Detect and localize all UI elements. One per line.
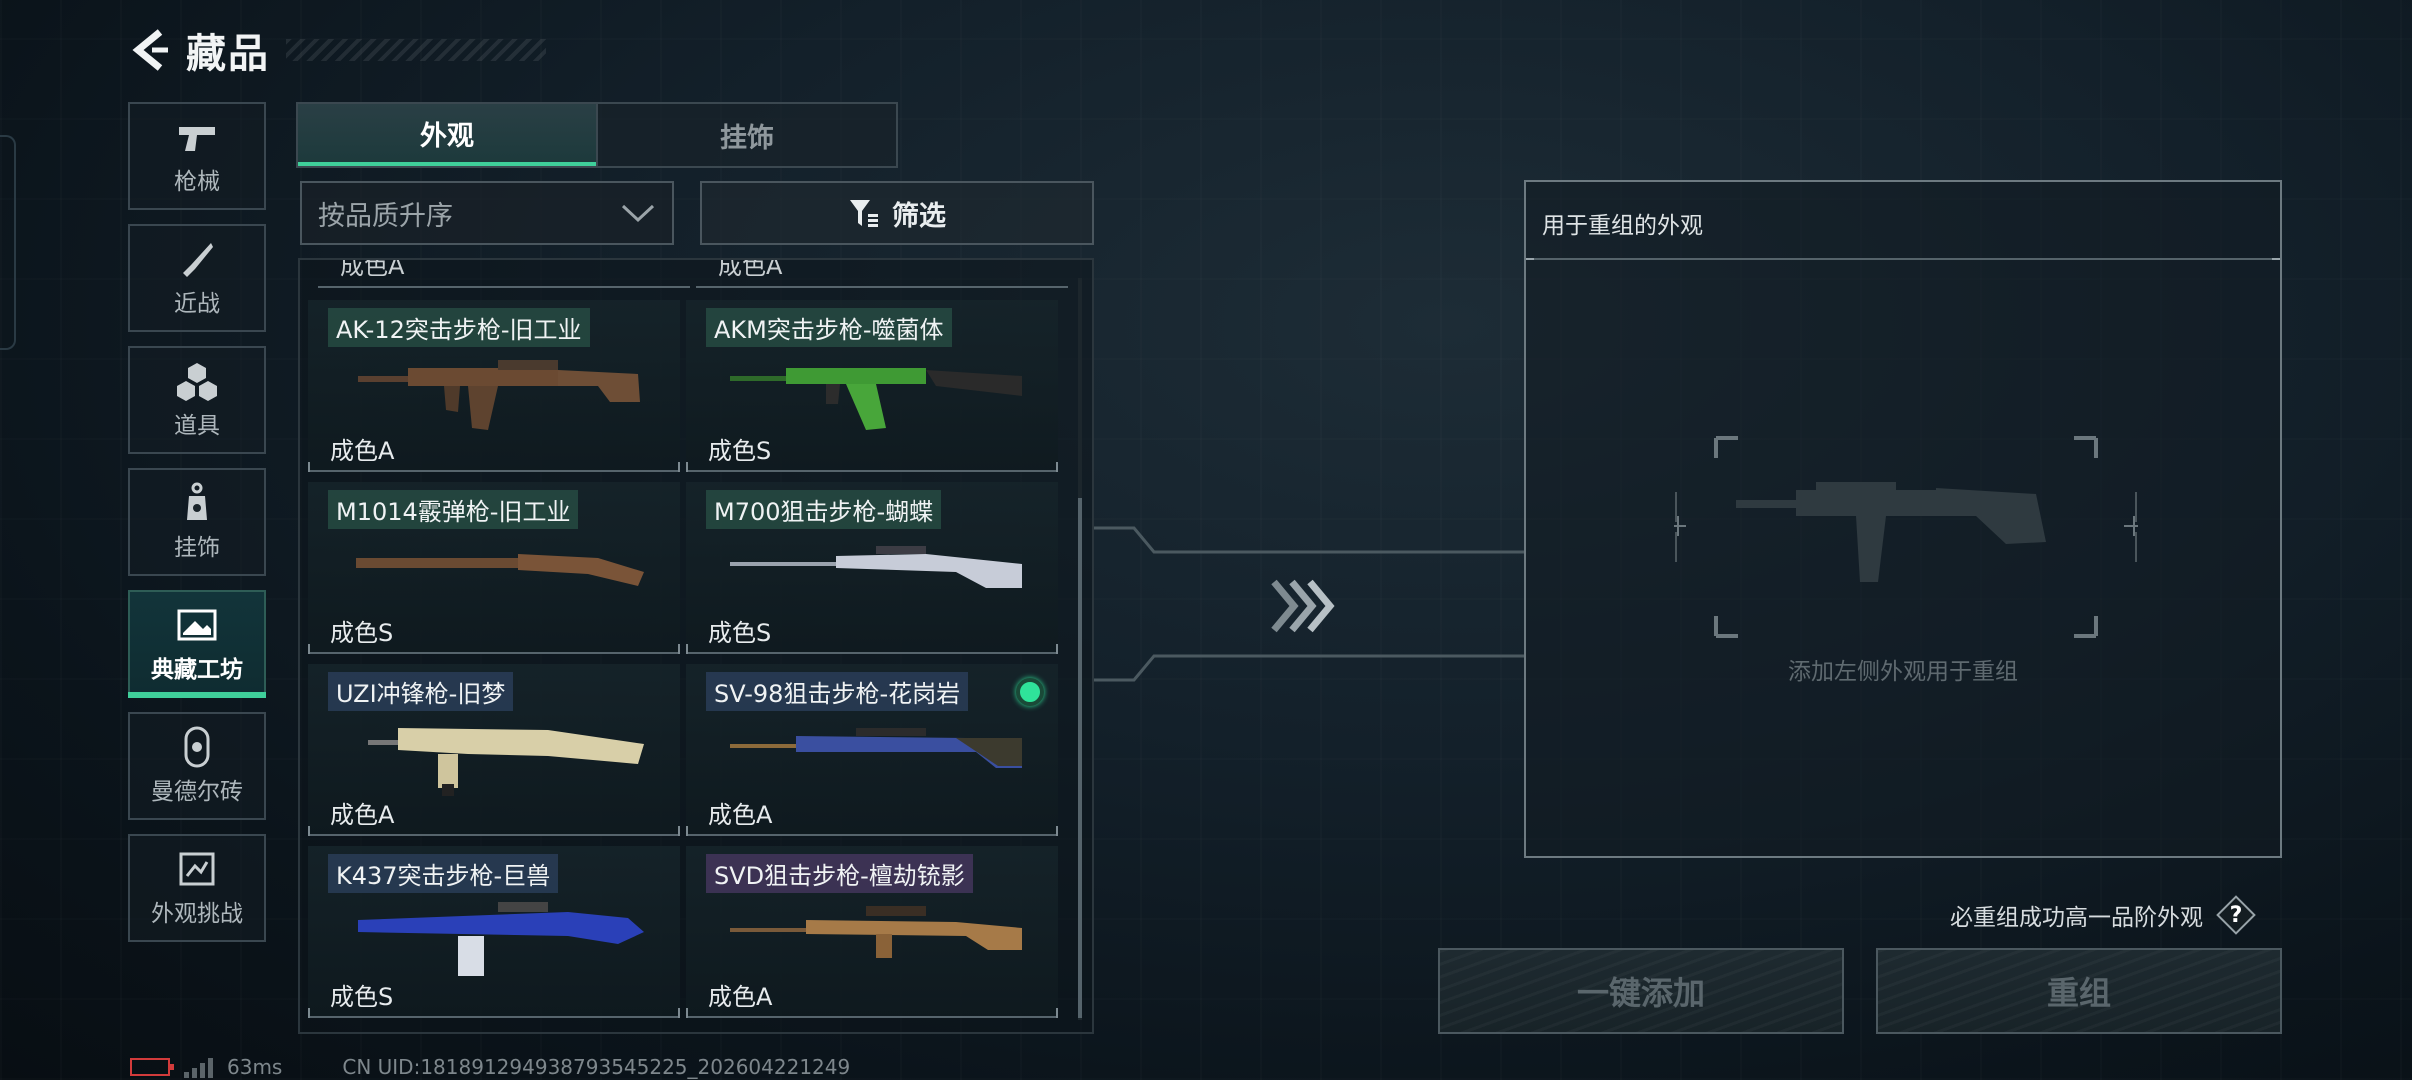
- card-grade: 成色A: [330, 437, 395, 465]
- tab-charms[interactable]: 挂饰: [596, 104, 896, 166]
- rifle-silhouette-icon: [1736, 482, 2046, 582]
- card-grade: 成色S: [708, 437, 772, 465]
- appearance-card[interactable]: SVD狙击步枪-檀劫铳影 成色A: [686, 846, 1058, 1018]
- card-grade: 成色A: [718, 260, 783, 280]
- card-grade: 成色S: [708, 619, 772, 647]
- panel-title: 用于重组的外观: [1542, 213, 1703, 239]
- reorganize-panel: 用于重组的外观 添加左侧外观用于重组: [1524, 180, 2282, 858]
- back-arrow-icon: [132, 29, 168, 71]
- help-glyph: ?: [2229, 902, 2243, 928]
- category-sidebar: 枪械 近战 道具 挂饰 典藏工坊 曼德尔砖 外观挑战: [128, 102, 266, 956]
- battery-icon: [130, 1058, 174, 1076]
- appearance-card[interactable]: M1014霰弹枪-旧工业 成色S: [308, 482, 680, 654]
- filter-button[interactable]: 筛选: [700, 181, 1094, 245]
- chevron-down-icon: [621, 204, 655, 223]
- assault-rifle-icon: [358, 902, 644, 976]
- appearance-card[interactable]: M700狙击步枪-蝴蝶 成色S: [686, 482, 1058, 654]
- items-cube-icon: [173, 360, 221, 402]
- pistol-icon: [173, 116, 221, 158]
- card-name: SV-98狙击步枪-花岗岩: [706, 672, 969, 711]
- help-icon[interactable]: ?: [2216, 895, 2256, 935]
- challenge-icon: [173, 848, 221, 890]
- card-name: AK-12突击步枪-旧工业: [328, 308, 590, 347]
- sidebar-item-challenge[interactable]: 外观挑战: [128, 834, 266, 942]
- previous-row-card[interactable]: 成色A: [318, 260, 690, 288]
- sidebar-item-mandel-brick[interactable]: 曼德尔砖: [128, 712, 266, 820]
- sniper-rifle-icon: [730, 906, 1022, 958]
- assault-rifle-icon: [730, 368, 1022, 430]
- knife-icon: [173, 238, 221, 280]
- connector-lines: [1094, 526, 1526, 682]
- reorganize-button[interactable]: 重组: [1876, 948, 2282, 1034]
- tab-appearance[interactable]: 外观: [298, 104, 596, 166]
- ping-value: 63ms: [227, 1055, 283, 1079]
- filter-icon: [850, 200, 878, 227]
- card-name: SVD狙击步枪-檀劫铳影: [706, 854, 973, 893]
- sniper-rifle-icon: [730, 728, 1022, 768]
- guarantee-text: 必重组成功高一品阶外观: [1950, 905, 2203, 931]
- page-title: 藏品: [186, 31, 270, 77]
- title-decoration: [286, 39, 546, 61]
- card-name: AKM突击步枪-噬菌体: [706, 308, 952, 347]
- filter-label: 筛选: [892, 200, 946, 232]
- appearance-card[interactable]: K437突击步枪-巨兽 成色S: [308, 846, 680, 1018]
- smg-icon: [368, 728, 644, 796]
- sidebar-item-melee[interactable]: 近战: [128, 224, 266, 332]
- card-name: M1014霰弹枪-旧工业: [328, 490, 579, 529]
- card-grade: 成色A: [340, 260, 405, 280]
- sidebar-item-workshop[interactable]: 典藏工坊: [128, 590, 266, 698]
- tab-bar: 外观 挂饰: [296, 102, 898, 168]
- workshop-image-icon: [173, 604, 221, 646]
- assault-rifle-icon: [358, 360, 640, 430]
- sort-dropdown[interactable]: 按品质升序: [300, 181, 674, 245]
- back-button[interactable]: [128, 22, 172, 78]
- edge-handle[interactable]: [0, 135, 16, 350]
- previous-row-card[interactable]: 成色A: [696, 260, 1068, 288]
- sidebar-item-label: 挂饰: [174, 535, 220, 561]
- sniper-rifle-icon: [730, 546, 1022, 588]
- page-header: 藏品: [128, 22, 546, 78]
- signal-icon: [184, 1056, 213, 1078]
- sidebar-item-label: 典藏工坊: [151, 657, 243, 683]
- sidebar-item-label: 近战: [174, 291, 220, 317]
- card-name: K437突击步枪-巨兽: [328, 854, 559, 893]
- card-grade: 成色S: [330, 619, 394, 647]
- card-grade: 成色S: [330, 983, 394, 1011]
- charm-icon: [173, 482, 221, 524]
- sidebar-item-items[interactable]: 道具: [128, 346, 266, 454]
- sidebar-item-guns[interactable]: 枪械: [128, 102, 266, 210]
- empty-slot[interactable]: [1646, 432, 2166, 642]
- sidebar-item-charms[interactable]: 挂饰: [128, 468, 266, 576]
- appearance-card[interactable]: AKM突击步枪-噬菌体 成色S: [686, 300, 1058, 472]
- card-grade: 成色A: [330, 801, 395, 829]
- card-grade: 成色A: [708, 801, 773, 829]
- uid-text: CN UID:181891294938793545225_20260422124…: [342, 1055, 851, 1079]
- mandel-brick-icon: [173, 726, 221, 768]
- card-name: UZI冲锋枪-旧梦: [328, 672, 514, 711]
- shotgun-icon: [356, 554, 644, 586]
- sidebar-item-label: 外观挑战: [151, 901, 243, 927]
- appearance-grid: 成色A 成色A AK-12突击步枪-旧工业 成色A AKM突击步枪-噬菌体 成色…: [298, 258, 1094, 1034]
- appearance-card[interactable]: UZI冲锋枪-旧梦 成色A: [308, 664, 680, 836]
- card-grade: 成色A: [708, 983, 773, 1011]
- sidebar-item-label: 曼德尔砖: [151, 779, 243, 805]
- sort-value: 按品质升序: [318, 200, 453, 232]
- selected-indicator: [1016, 678, 1044, 706]
- appearance-card[interactable]: AK-12突击步枪-旧工业 成色A: [308, 300, 680, 472]
- sidebar-item-label: 道具: [174, 413, 220, 439]
- add-all-button[interactable]: 一键添加: [1438, 948, 1844, 1034]
- guarantee-note: 必重组成功高一品阶外观 ?: [1950, 895, 2256, 935]
- scrollbar-thumb[interactable]: [1078, 498, 1082, 1018]
- card-name: M700狙击步枪-蝴蝶: [706, 490, 942, 529]
- status-bar: 63ms CN UID:181891294938793545225_202604…: [130, 1054, 850, 1080]
- divider: [1526, 258, 2280, 260]
- empty-slot-hint: 添加左侧外观用于重组: [1788, 659, 2018, 685]
- sidebar-item-label: 枪械: [174, 169, 220, 195]
- appearance-card[interactable]: SV-98狙击步枪-花岗岩 成色A: [686, 664, 1058, 836]
